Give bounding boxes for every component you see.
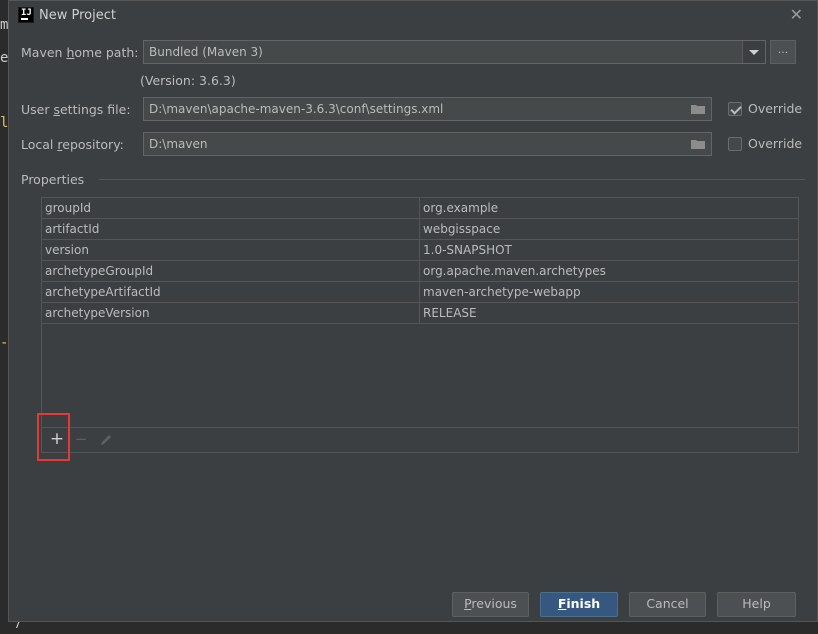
browse-maven-home-button[interactable]: ...: [770, 40, 796, 64]
property-value: 1.0-SNAPSHOT: [423, 243, 512, 257]
user-settings-value: D:\maven\apache-maven-3.6.3\conf\setting…: [149, 102, 444, 116]
property-key: archetypeGroupId: [45, 264, 154, 278]
maven-home-value: Bundled (Maven 3): [149, 45, 263, 59]
user-settings-override-checkbox[interactable]: [728, 102, 742, 116]
local-repo-value: D:\maven: [149, 137, 208, 151]
help-button[interactable]: Help: [717, 592, 796, 617]
table-row[interactable]: groupId org.example: [42, 198, 798, 219]
property-key: groupId: [45, 201, 92, 215]
property-key: artifactId: [45, 222, 100, 236]
table-row[interactable]: archetypeArtifactId maven-archetype-weba…: [42, 282, 798, 303]
ide-background-bottom: 7: [0, 617, 818, 634]
section-divider: [99, 179, 805, 180]
intellij-icon: IJ: [18, 7, 34, 23]
remove-property-button[interactable]: −: [70, 430, 92, 450]
properties-toolbar: + −: [42, 427, 798, 452]
chevron-down-icon[interactable]: [742, 41, 765, 63]
local-repo-field[interactable]: D:\maven: [143, 132, 712, 156]
property-value: org.example: [423, 201, 499, 215]
folder-icon[interactable]: [691, 104, 705, 114]
property-value: RELEASE: [423, 306, 477, 320]
table-row[interactable]: archetypeGroupId org.apache.maven.archet…: [42, 261, 798, 282]
properties-table: groupId org.example artifactId webgisspa…: [41, 197, 799, 453]
previous-button[interactable]: Previous: [452, 592, 529, 617]
local-repo-override-label: Override: [748, 136, 803, 151]
user-settings-label: User settings file:: [21, 102, 131, 117]
local-repo-override-checkbox[interactable]: [728, 137, 742, 151]
folder-icon[interactable]: [691, 139, 705, 149]
add-property-button[interactable]: +: [46, 430, 68, 450]
properties-section-label: Properties: [21, 172, 85, 187]
property-value: maven-archetype-webapp: [423, 285, 581, 299]
dialog-titlebar: IJ New Project ✕: [9, 1, 817, 31]
ide-background-strip: [0, 0, 8, 634]
finish-button[interactable]: Finish: [540, 592, 618, 617]
new-project-dialog: IJ New Project ✕ Maven home path: Bundle…: [8, 0, 818, 622]
maven-home-combo[interactable]: Bundled (Maven 3): [143, 40, 766, 64]
close-icon[interactable]: ✕: [790, 5, 803, 24]
dialog-title: New Project: [39, 8, 116, 23]
property-key: version: [45, 243, 89, 257]
local-repo-label: Local repository:: [21, 137, 124, 152]
cancel-button[interactable]: Cancel: [629, 592, 706, 617]
table-row[interactable]: artifactId webgisspace: [42, 219, 798, 240]
table-row[interactable]: archetypeVersion RELEASE: [42, 303, 798, 324]
table-row[interactable]: version 1.0-SNAPSHOT: [42, 240, 798, 261]
maven-home-label: Maven home path:: [21, 45, 139, 60]
property-key: archetypeArtifactId: [45, 285, 161, 299]
property-value: org.apache.maven.archetypes: [423, 264, 606, 278]
maven-version-text: (Version: 3.6.3): [140, 73, 236, 88]
property-key: archetypeVersion: [45, 306, 150, 320]
user-settings-override-label: Override: [748, 101, 803, 116]
property-value: webgisspace: [423, 222, 501, 236]
edit-property-button[interactable]: [95, 430, 117, 450]
user-settings-field[interactable]: D:\maven\apache-maven-3.6.3\conf\setting…: [143, 97, 712, 121]
pencil-icon: [101, 435, 111, 445]
